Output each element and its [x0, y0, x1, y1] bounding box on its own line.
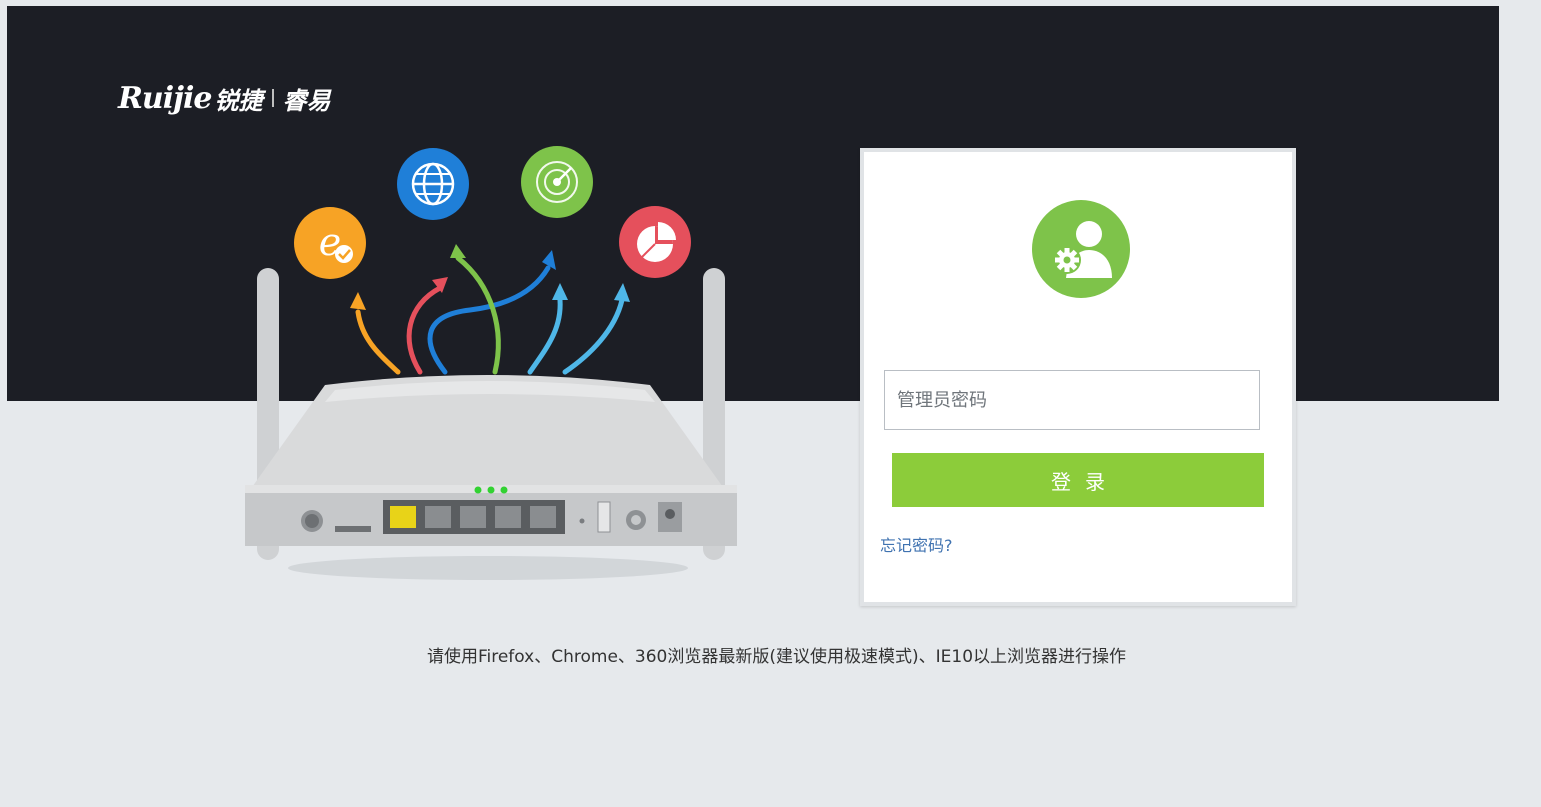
login-card: 登录 忘记密码?	[860, 148, 1296, 606]
pie-chart-icon	[619, 206, 691, 278]
arrow-orange	[355, 309, 401, 375]
login-button[interactable]: 登录	[892, 453, 1264, 507]
arrow-lightblue-1	[527, 297, 563, 375]
ie-browser-icon: e	[294, 207, 366, 279]
arrow-green	[455, 255, 501, 375]
arrow-lightblue-2	[562, 297, 625, 375]
logo-cn: 锐捷	[214, 86, 263, 115]
logo-separator	[272, 89, 275, 107]
logo-product: 睿易	[282, 86, 331, 115]
browser-hint: 请使用Firefox、Chrome、360浏览器最新版(建议使用极速模式)、IE…	[426, 647, 1127, 667]
router-illustration: e	[245, 146, 737, 580]
admin-user-gear-icon	[1032, 200, 1130, 298]
globe-icon	[397, 148, 469, 220]
brand-logo: Ruijie 锐捷 睿易	[118, 78, 330, 118]
radar-icon	[521, 146, 593, 218]
logo-en: Ruijie	[118, 80, 212, 116]
arrow-blue	[427, 265, 551, 375]
forgot-password-link[interactable]: 忘记密码?	[880, 532, 953, 556]
admin-password-input[interactable]	[884, 370, 1260, 430]
